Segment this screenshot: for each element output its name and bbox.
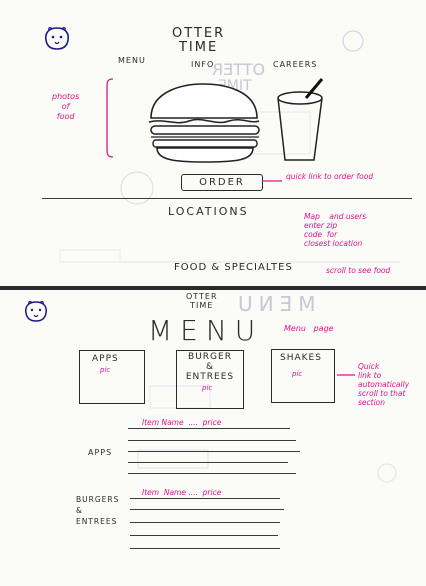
map-note: Map and users enter zip code for closest… bbox=[304, 212, 367, 248]
food-specialties-heading[interactable]: FOOD & SPECIALTES bbox=[174, 262, 293, 273]
category-card-burgers-entrees[interactable]: BURGER & ENTREES pic bbox=[176, 350, 244, 409]
card-pic-placeholder: pic bbox=[100, 366, 111, 374]
menu-page-title: MENU bbox=[148, 314, 264, 347]
card-pic-placeholder: pic bbox=[292, 370, 303, 378]
card-title: APPS bbox=[92, 354, 119, 364]
menu-page-wireframe: MENU OTTER TIME MENU Menu page APPS pic … bbox=[0, 290, 426, 586]
category-card-shakes[interactable]: SHAKES pic bbox=[271, 349, 335, 403]
card-pic-placeholder: pic bbox=[202, 384, 213, 392]
nav-careers[interactable]: CAREERS bbox=[273, 60, 317, 69]
photos-bracket bbox=[106, 78, 114, 158]
section-divider bbox=[42, 198, 412, 199]
otter-logo-icon[interactable] bbox=[44, 26, 70, 50]
section-heading-burgers-entrees: BURGERS & ENTREES bbox=[76, 495, 120, 526]
item-template-label: Item Name .... price bbox=[142, 488, 222, 497]
item-line bbox=[130, 522, 280, 523]
order-note: quick link to order food bbox=[286, 172, 374, 181]
category-card-apps[interactable]: APPS pic bbox=[79, 350, 145, 404]
order-button[interactable]: ORDER bbox=[181, 174, 263, 191]
item-line bbox=[128, 451, 300, 452]
order-arrow bbox=[262, 180, 282, 182]
quick-link-arrow bbox=[337, 374, 355, 376]
item-line bbox=[130, 509, 284, 510]
logo-title[interactable]: OTTER TIME bbox=[186, 292, 218, 310]
item-line bbox=[130, 498, 280, 499]
section-heading-apps: APPS bbox=[88, 448, 113, 457]
card-title: BURGER & ENTREES bbox=[185, 352, 235, 382]
quick-link-note: Quick link to automatically scroll to th… bbox=[358, 362, 410, 407]
photos-note: photos of food bbox=[52, 92, 80, 121]
card-title: SHAKES bbox=[280, 353, 322, 363]
item-line bbox=[130, 535, 278, 536]
item-line bbox=[128, 440, 296, 441]
item-template-label: Item Name .... price bbox=[142, 418, 222, 427]
item-line bbox=[128, 473, 296, 474]
item-line bbox=[130, 548, 280, 549]
menu-page-note: Menu page bbox=[284, 324, 334, 333]
nav-info[interactable]: INFO bbox=[191, 60, 214, 69]
otter-logo-icon[interactable] bbox=[24, 300, 48, 322]
homepage-wireframe: OTTER TIME OTTER TIME MENU INFO CAREERS … bbox=[0, 0, 426, 286]
item-line bbox=[128, 428, 290, 429]
nav-menu[interactable]: MENU bbox=[118, 56, 146, 65]
locations-heading[interactable]: LOCATIONS bbox=[168, 205, 249, 218]
drink-cup-icon[interactable] bbox=[276, 78, 328, 164]
item-line bbox=[128, 462, 288, 463]
scroll-note: scroll to see food bbox=[326, 266, 391, 275]
burger-icon[interactable] bbox=[145, 82, 263, 164]
logo-title[interactable]: OTTER TIME bbox=[172, 27, 225, 55]
